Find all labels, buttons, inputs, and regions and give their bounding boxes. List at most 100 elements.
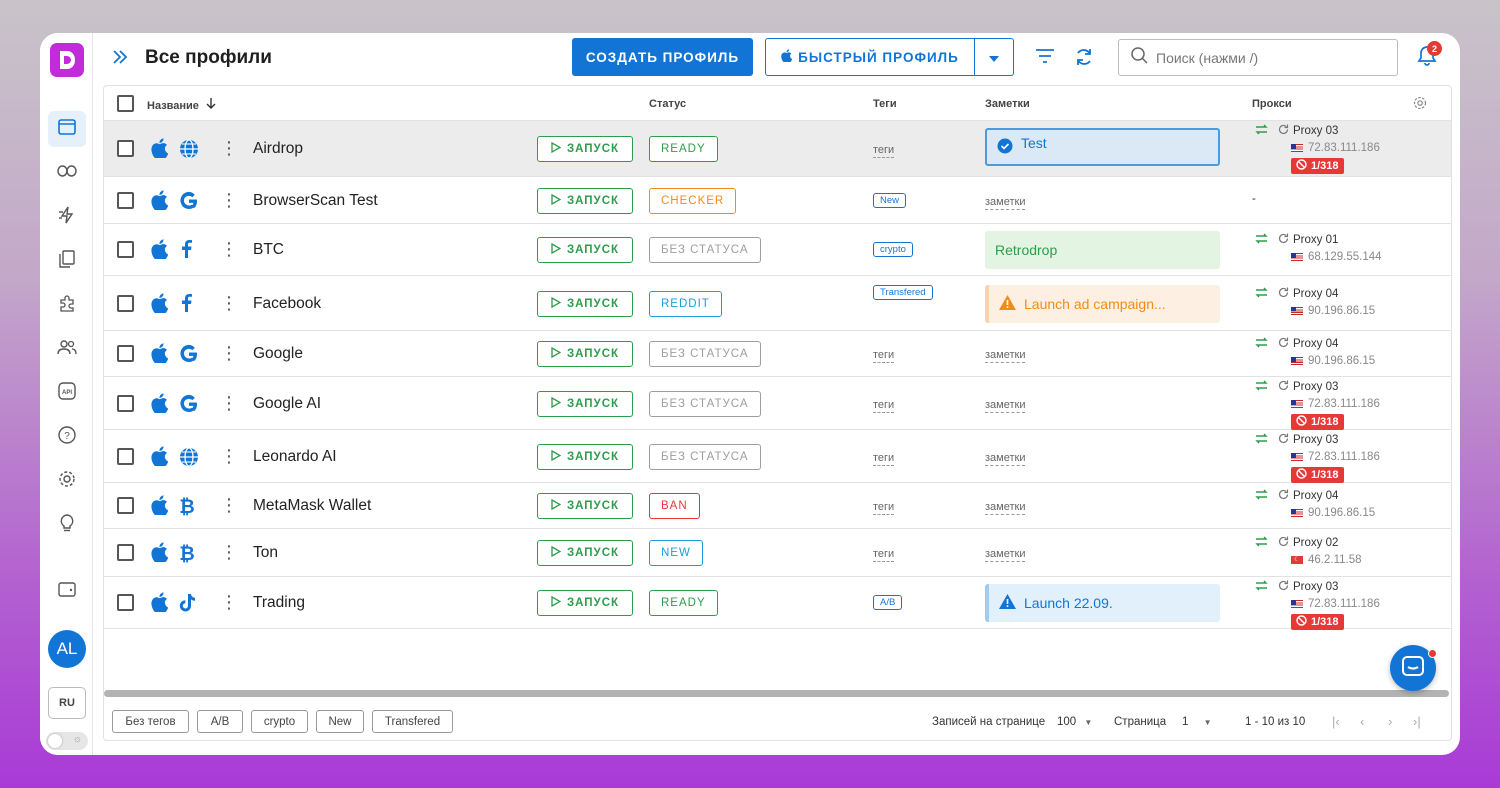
sidebar-item-extensions[interactable] <box>48 287 86 323</box>
blocked-count-badge[interactable]: 1/318 <box>1291 467 1344 483</box>
profile-name[interactable]: Google <box>253 345 303 363</box>
proxy-info[interactable]: Proxy 04 <box>1255 287 1338 301</box>
footer-tag-filter[interactable]: Transfered <box>372 710 453 733</box>
run-profile-button[interactable]: ЗАПУСК <box>537 493 633 519</box>
row-checkbox[interactable] <box>117 394 134 412</box>
proxy-info[interactable]: Proxy 04 <box>1255 489 1338 503</box>
column-proxy-header[interactable]: Прокси <box>1252 98 1292 110</box>
column-status-header[interactable]: Статус <box>649 98 686 110</box>
notes-placeholder[interactable]: заметки <box>985 399 1026 413</box>
proxy-info[interactable]: Proxy 02 <box>1255 536 1338 550</box>
run-profile-button[interactable]: ЗАПУСК <box>537 390 633 417</box>
notes-placeholder[interactable]: заметки <box>985 349 1026 363</box>
tag-chip[interactable]: New <box>873 192 907 208</box>
profile-name[interactable]: Google AI <box>253 395 321 413</box>
sidebar-item-automation[interactable] <box>48 199 86 235</box>
row-menu-icon[interactable]: ⋮ <box>220 593 238 611</box>
sidebar-item-profiles[interactable] <box>48 111 86 147</box>
row-menu-icon[interactable]: ⋮ <box>220 447 238 465</box>
row-checkbox[interactable] <box>117 140 134 157</box>
note-card[interactable]: Test <box>985 128 1220 166</box>
row-menu-icon[interactable]: ⋮ <box>220 139 238 157</box>
sidebar-item-ideas[interactable] <box>48 507 86 543</box>
table-row[interactable]: ⋮ BTC ЗАПУСК БЕЗ СТАТУСА crypto Retrodrop Pro… <box>104 224 1451 276</box>
notes-placeholder[interactable]: заметки <box>985 452 1026 466</box>
row-menu-icon[interactable]: ⋮ <box>220 240 238 258</box>
horizontal-scrollbar[interactable] <box>104 690 1449 697</box>
column-name-header[interactable]: Название <box>147 98 216 112</box>
sidebar-item-links[interactable] <box>48 155 86 191</box>
blocked-count-badge[interactable]: 1/318 <box>1291 414 1344 430</box>
last-page-icon[interactable]: ›| <box>1413 714 1421 729</box>
quick-profile-dropdown[interactable] <box>975 50 1013 65</box>
row-menu-icon[interactable]: ⋮ <box>220 191 238 209</box>
profile-name[interactable]: Ton <box>253 544 278 562</box>
row-checkbox[interactable] <box>117 191 134 209</box>
table-row[interactable]: ⋮ BrowserScan Test ЗАПУСК CHECKER New заметки… <box>104 177 1451 224</box>
sidebar-item-api[interactable]: API <box>48 375 86 411</box>
expand-sidebar-icon[interactable] <box>111 49 129 70</box>
row-checkbox[interactable] <box>117 345 134 362</box>
notes-placeholder[interactable]: заметки <box>985 548 1026 562</box>
sidebar-item-settings[interactable] <box>48 463 86 499</box>
footer-tag-filter[interactable]: Без тегов <box>112 710 189 733</box>
sidebar-item-copy[interactable] <box>48 243 86 279</box>
tag-chip[interactable]: crypto <box>873 242 913 257</box>
refresh-icon[interactable] <box>1074 47 1094 72</box>
tags-placeholder[interactable]: теги <box>873 452 895 466</box>
status-badge[interactable]: БЕЗ СТАТУСА <box>649 443 761 470</box>
profile-name[interactable]: BrowserScan Test <box>253 192 378 210</box>
footer-tag-filter[interactable]: A/B <box>197 710 243 733</box>
run-profile-button[interactable]: ЗАПУСК <box>537 341 633 367</box>
table-row[interactable]: ₿ ⋮ MetaMask Wallet ЗАПУСК BAN теги заметки Pr… <box>104 483 1451 529</box>
table-row[interactable]: ₿ ⋮ Ton ЗАПУСК NEW теги заметки Proxy 02 ☾ 46.2.… <box>104 529 1451 577</box>
create-profile-button[interactable]: СОЗДАТЬ ПРОФИЛЬ <box>572 38 753 76</box>
footer-tag-filter[interactable]: crypto <box>251 710 308 733</box>
tags-placeholder[interactable]: теги <box>873 399 895 413</box>
run-profile-button[interactable]: ЗАПУСК <box>537 590 633 616</box>
status-badge[interactable]: READY <box>649 590 718 616</box>
proxy-info[interactable]: Proxy 03 <box>1255 124 1338 138</box>
tags-placeholder[interactable]: теги <box>873 501 895 515</box>
status-badge[interactable]: БЕЗ СТАТУСА <box>649 390 761 417</box>
run-profile-button[interactable]: ЗАПУСК <box>537 290 633 317</box>
table-row[interactable]: ⋮ Facebook ЗАПУСК REDDIT Transfered Launch ad… <box>104 276 1451 331</box>
first-page-icon[interactable]: |‹ <box>1332 714 1340 729</box>
sidebar-item-team[interactable] <box>48 331 86 367</box>
profile-name[interactable]: Airdrop <box>253 140 303 158</box>
note-card[interactable]: Retrodrop <box>985 231 1220 269</box>
profile-name[interactable]: Trading <box>253 594 305 612</box>
profile-name[interactable]: Leonardo AI <box>253 448 337 466</box>
next-page-icon[interactable]: › <box>1388 714 1392 729</box>
theme-toggle[interactable]: ☼ <box>46 732 88 750</box>
table-row[interactable]: ⋮ Google ЗАПУСК БЕЗ СТАТУСА теги заметки Prox… <box>104 331 1451 377</box>
blocked-count-badge[interactable]: 1/318 <box>1291 614 1344 630</box>
row-menu-icon[interactable]: ⋮ <box>220 294 238 312</box>
status-badge[interactable]: БЕЗ СТАТУСА <box>649 341 761 367</box>
search-box[interactable] <box>1118 39 1398 76</box>
row-checkbox[interactable] <box>117 241 134 258</box>
run-profile-button[interactable]: ЗАПУСК <box>537 540 633 566</box>
tag-chip[interactable]: Transfered <box>873 285 933 300</box>
note-card[interactable]: Launch ad campaign... <box>985 284 1220 323</box>
proxy-info[interactable]: Proxy 03 <box>1255 380 1338 394</box>
run-profile-button[interactable]: ЗАПУСК <box>537 237 633 263</box>
run-profile-button[interactable]: ЗАПУСК <box>537 443 633 470</box>
quick-profile-main[interactable]: БЫСТРЫЙ ПРОФИЛЬ <box>766 39 975 75</box>
table-row[interactable]: ⋮ Leonardo AI ЗАПУСК БЕЗ СТАТУСА теги заметки… <box>104 430 1451 483</box>
row-menu-icon[interactable]: ⋮ <box>220 344 238 362</box>
row-menu-icon[interactable]: ⋮ <box>220 543 238 561</box>
row-menu-icon[interactable]: ⋮ <box>220 496 238 514</box>
language-switch[interactable]: RU <box>48 687 86 719</box>
tags-placeholder[interactable]: теги <box>873 349 895 363</box>
run-profile-button[interactable]: ЗАПУСК <box>537 187 633 214</box>
app-logo[interactable] <box>50 43 84 77</box>
row-menu-icon[interactable]: ⋮ <box>220 394 238 412</box>
footer-tag-filter[interactable]: New <box>316 710 364 733</box>
status-badge[interactable]: READY <box>649 136 718 162</box>
notes-placeholder[interactable]: заметки <box>985 196 1026 210</box>
tags-placeholder[interactable]: теги <box>873 548 895 562</box>
filter-icon[interactable] <box>1035 48 1055 69</box>
status-badge[interactable]: NEW <box>649 540 703 566</box>
row-checkbox[interactable] <box>117 594 134 611</box>
